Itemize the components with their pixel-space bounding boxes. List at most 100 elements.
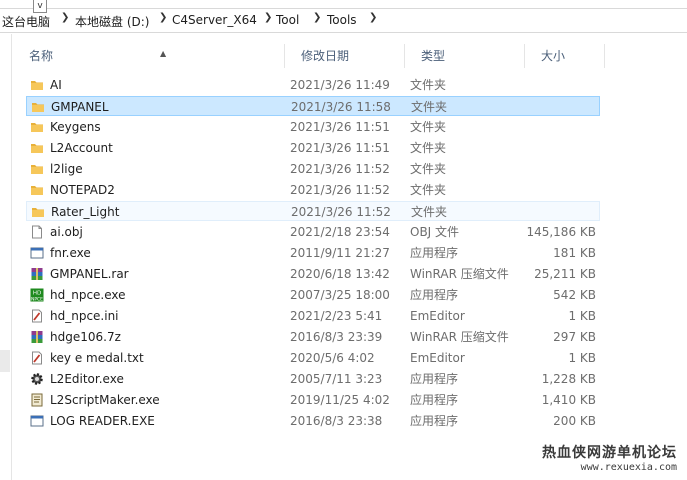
- file-name: Keygens: [50, 120, 101, 134]
- file-row[interactable]: L2Account 2021/3/26 11:51 文件夹: [26, 138, 600, 158]
- file-date: 2020/5/6 4:02: [290, 351, 375, 365]
- file-type: WinRAR 压缩文件: [410, 267, 509, 281]
- chevron-right-icon[interactable]: ❯: [313, 12, 321, 23]
- file-row[interactable]: fnr.exe 2011/9/11 21:27 应用程序 181 KB: [26, 243, 600, 263]
- file-row[interactable]: key e medal.txt 2020/5/6 4:02 EmEditor 1 KB: [26, 348, 600, 368]
- file-size: 1 KB: [568, 309, 596, 323]
- file-name: hd_npce.exe: [50, 288, 126, 302]
- dropdown-tab[interactable]: v: [33, 0, 47, 13]
- file-size: 297 KB: [553, 330, 596, 344]
- crumb-tools[interactable]: Tools: [327, 13, 357, 27]
- script-app-icon: [30, 393, 44, 407]
- file-type: 文件夹: [410, 120, 447, 134]
- file-date: 2021/3/26 11:52: [290, 162, 390, 176]
- file-name: LOG READER.EXE: [50, 414, 155, 428]
- file-icon: [30, 225, 44, 239]
- svg-text:NPCE: NPCE: [31, 296, 43, 302]
- folder-icon: [31, 100, 45, 114]
- emeditor-file-icon: [30, 351, 44, 365]
- crumb-local-disk[interactable]: 本地磁盘 (D:): [75, 13, 149, 30]
- file-type: 文件夹: [411, 205, 448, 219]
- file-date: 2016/8/3 23:39: [290, 330, 383, 344]
- chevron-right-icon[interactable]: ❯: [61, 12, 69, 23]
- emeditor-file-icon: [30, 309, 44, 323]
- chevron-right-icon[interactable]: ❯: [264, 12, 272, 23]
- column-type-label: 类型: [421, 49, 446, 63]
- crumb-c4server[interactable]: C4Server_X64: [172, 13, 257, 27]
- gear-app-icon: [30, 372, 44, 386]
- winrar-archive-icon: [30, 267, 44, 281]
- file-row[interactable]: Rater_Light 2021/3/26 11:52 文件夹: [26, 201, 600, 221]
- file-type: 文件夹: [410, 162, 447, 176]
- file-date: 2021/2/23 5:41: [290, 309, 383, 323]
- file-size: 145,186 KB: [526, 225, 596, 239]
- winrar-archive-icon: [30, 330, 44, 344]
- file-date: 2021/3/26 11:51: [290, 120, 390, 134]
- sort-up-icon: ▲: [160, 49, 167, 58]
- file-row[interactable]: HD NPCE hd_npce.exe 2007/3/25 18:00 应用程序 542 …: [26, 285, 600, 305]
- column-size-label: 大小: [541, 49, 566, 63]
- file-date: 2020/6/18 13:42: [290, 267, 390, 281]
- file-size: 1,228 KB: [541, 372, 596, 386]
- file-date: 2021/3/26 11:51: [290, 141, 390, 155]
- file-type: 应用程序: [410, 414, 459, 428]
- navigation-pane[interactable]: [0, 34, 12, 480]
- folder-icon: [30, 78, 44, 92]
- file-type: 应用程序: [410, 393, 459, 407]
- file-date: 2019/11/25 4:02: [290, 393, 390, 407]
- file-date: 2021/3/26 11:58: [291, 100, 391, 114]
- file-name: hd_npce.ini: [50, 309, 119, 323]
- file-name: key e medal.txt: [50, 351, 144, 365]
- crumb-tool[interactable]: Tool: [276, 13, 299, 27]
- file-name: L2ScriptMaker.exe: [50, 393, 160, 407]
- app-window-icon: [30, 414, 44, 428]
- crumb-this-pc[interactable]: 这台电脑: [2, 13, 50, 30]
- file-row[interactable]: l2lige 2021/3/26 11:52 文件夹: [26, 159, 600, 179]
- address-bar[interactable]: 这台电脑 ❯ 本地磁盘 (D:) ❯ C4Server_X64 ❯ Tool ❯…: [0, 8, 687, 33]
- file-row[interactable]: GMPANEL 2021/3/26 11:58 文件夹: [26, 96, 600, 116]
- chevron-right-icon[interactable]: ❯: [369, 12, 377, 23]
- file-date: 2021/3/26 11:49: [290, 78, 390, 92]
- file-type: OBJ 文件: [410, 225, 460, 239]
- file-row[interactable]: GMPANEL.rar 2020/6/18 13:42 WinRAR 压缩文件 25,…: [26, 264, 600, 284]
- file-size: 1 KB: [568, 351, 596, 365]
- file-row[interactable]: Keygens 2021/3/26 11:51 文件夹: [26, 117, 600, 137]
- chevron-right-icon[interactable]: ❯: [159, 12, 167, 23]
- column-name-header[interactable]: 名称 ▲: [13, 44, 285, 68]
- file-date: 2016/8/3 23:38: [290, 414, 383, 428]
- file-name: L2Account: [50, 141, 113, 155]
- file-size: 200 KB: [553, 414, 596, 428]
- file-type: 文件夹: [410, 183, 447, 197]
- file-type: EmEditor: [410, 309, 465, 323]
- file-row[interactable]: AI 2021/3/26 11:49 文件夹: [26, 75, 600, 95]
- file-row[interactable]: LOG READER.EXE 2016/8/3 23:38 应用程序 200 KB: [26, 411, 600, 431]
- file-type: 应用程序: [410, 246, 459, 260]
- file-size: 181 KB: [553, 246, 596, 260]
- file-type: 文件夹: [410, 78, 447, 92]
- file-size: 25,211 KB: [534, 267, 596, 281]
- file-row[interactable]: hd_npce.ini 2021/2/23 5:41 EmEditor 1 KB: [26, 306, 600, 326]
- column-size-header[interactable]: 大小: [525, 44, 605, 68]
- column-type-header[interactable]: 类型: [405, 44, 525, 68]
- file-name: GMPANEL: [51, 100, 109, 114]
- watermark-text: 热血侠网游单机论坛: [542, 445, 677, 461]
- column-date-header[interactable]: 修改日期: [285, 44, 405, 68]
- app-window-icon: [30, 246, 44, 260]
- file-row[interactable]: L2ScriptMaker.exe 2019/11/25 4:02 应用程序 1,41…: [26, 390, 600, 410]
- file-size: 1,410 KB: [541, 393, 596, 407]
- file-row[interactable]: ai.obj 2021/2/18 23:54 OBJ 文件 145,186 KB: [26, 222, 600, 242]
- file-row[interactable]: L2Editor.exe 2005/7/11 3:23 应用程序 1,228 KB: [26, 369, 600, 389]
- file-date: 2011/9/11 21:27: [290, 246, 390, 260]
- column-name-label: 名称: [29, 49, 54, 63]
- file-name: ai.obj: [50, 225, 83, 239]
- file-row[interactable]: hdge106.7z 2016/8/3 23:39 WinRAR 压缩文件 297 K…: [26, 327, 600, 347]
- file-row[interactable]: NOTEPAD2 2021/3/26 11:52 文件夹: [26, 180, 600, 200]
- file-name: l2lige: [50, 162, 83, 176]
- file-name: GMPANEL.rar: [50, 267, 129, 281]
- file-date: 2021/3/26 11:52: [291, 205, 391, 219]
- folder-icon: [30, 183, 44, 197]
- folder-icon: [30, 162, 44, 176]
- folder-icon: [30, 141, 44, 155]
- watermark: 热血侠网游单机论坛 www.rexuexia.com: [542, 442, 677, 473]
- file-name: Rater_Light: [51, 205, 120, 219]
